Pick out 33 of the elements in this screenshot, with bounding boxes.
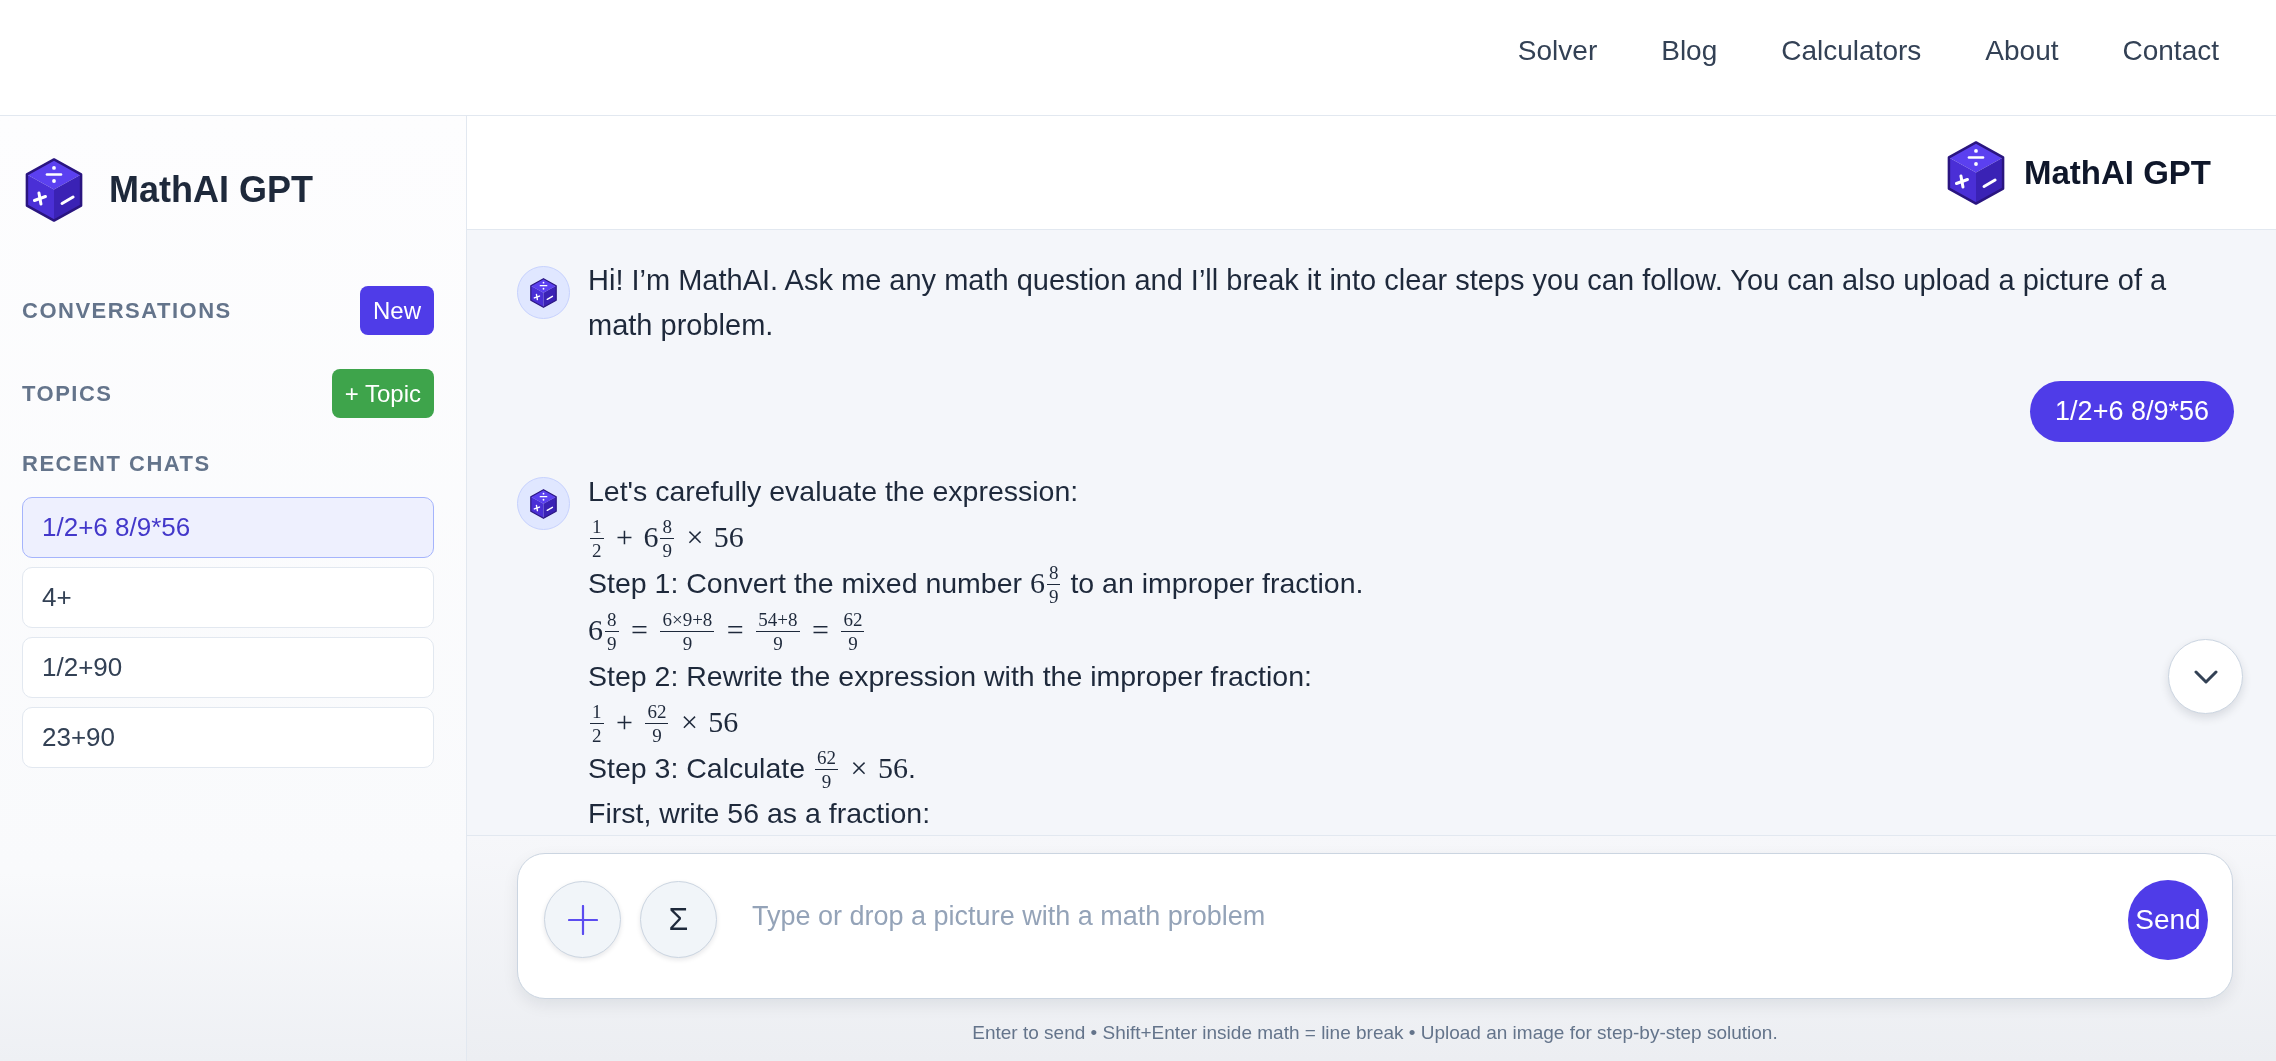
message-text: First, write 56 as a fraction: bbox=[588, 796, 931, 831]
chat-list-item[interactable]: 23+90 bbox=[22, 707, 434, 768]
scroll-down-button[interactable] bbox=[2168, 639, 2243, 714]
chat-list-item[interactable]: 1/2+6 8/9*56 bbox=[22, 497, 434, 558]
sigma-button[interactable]: Σ bbox=[640, 881, 717, 958]
cube-avatar-icon bbox=[517, 266, 570, 319]
nav-link[interactable]: Solver bbox=[1517, 34, 1598, 67]
nav-link[interactable]: Contact bbox=[2122, 34, 2219, 67]
add-button[interactable] bbox=[544, 881, 621, 958]
message-composer-field[interactable]: Σ Type or drop a picture with a math problem Send bbox=[517, 853, 2233, 999]
cube-avatar-icon bbox=[517, 477, 570, 530]
nav-link[interactable]: Blog bbox=[1661, 34, 1718, 67]
section-label: RECENT CHATS bbox=[22, 451, 211, 477]
new-conversation-button[interactable]: New bbox=[360, 286, 434, 335]
plus-icon bbox=[567, 904, 598, 935]
message-text: Let's carefully evaluate the expression: bbox=[588, 474, 1079, 509]
chat-list-item[interactable]: 1/2+90 bbox=[22, 637, 434, 698]
chat-list-item[interactable]: 4+ bbox=[22, 567, 434, 628]
send-button[interactable]: Send bbox=[2128, 880, 2208, 960]
message-text: Step 2: Rewrite the expression with the improper fraction: bbox=[588, 659, 1312, 694]
section-label: CONVERSATIONS bbox=[22, 297, 232, 324]
hint-text: Enter to send • Shift+Enter inside math = line break • Upload an image for step-by-step solution. bbox=[972, 1021, 1778, 1045]
cube-logo-icon bbox=[1947, 140, 2005, 205]
nav-link[interactable]: Calculators bbox=[1781, 34, 1922, 67]
message-input[interactable]: Type or drop a picture with a math problem bbox=[750, 881, 2109, 951]
message-text: Hi! I’m MathAI. Ask me any math question and I’ll break it into clear steps you can follow. You can also upload a picture of a math problem. bbox=[588, 263, 2168, 343]
section-label: TOPICS bbox=[22, 380, 113, 407]
chevron-down-icon bbox=[2193, 669, 2218, 684]
app-title: MathAI GPT bbox=[109, 169, 313, 211]
nav-link[interactable]: About bbox=[1985, 34, 2059, 67]
app-title: MathAI GPT bbox=[2024, 153, 2211, 192]
cube-logo-icon bbox=[25, 158, 83, 222]
user-message-bubble: 1/2+6 8/9*56 bbox=[2030, 381, 2234, 442]
